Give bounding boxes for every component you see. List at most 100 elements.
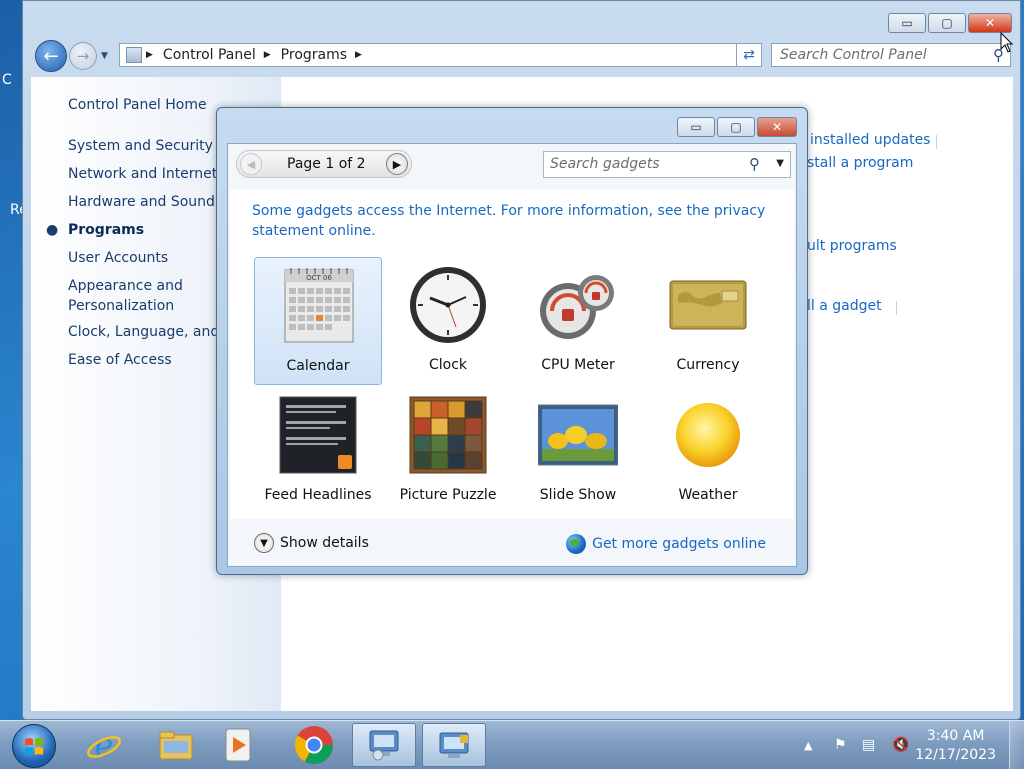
desktop-icon-label-1: C: [2, 72, 12, 88]
gadget-calendar[interactable]: OCT 06 Calendar: [254, 257, 382, 385]
link-default-programs[interactable]: ult programs: [807, 238, 897, 254]
nav-ease-of-access[interactable]: Ease of Access: [68, 352, 172, 368]
gadget-slide-show[interactable]: Slide Show: [514, 387, 642, 515]
recent-pages-dropdown-icon[interactable]: ▼: [101, 51, 108, 61]
control-panel-icon: [369, 730, 399, 761]
nav-programs[interactable]: Programs: [68, 222, 144, 238]
gadgets-close-button[interactable]: ✕: [757, 117, 797, 137]
taskbar-chrome[interactable]: [282, 723, 346, 767]
media-player-icon: [225, 728, 251, 762]
show-desktop-button[interactable]: [1009, 721, 1024, 769]
nav-appearance-line2[interactable]: Personalization: [68, 298, 174, 314]
link-view-installed-updates[interactable]: installed updates: [810, 132, 930, 148]
cpu-meter-icon: [538, 265, 618, 345]
breadcrumb-separator-icon: ▶: [146, 50, 153, 60]
control-panel-search-input[interactable]: Search Control Panel ⚲: [771, 43, 1011, 67]
arrow-left-icon: ←: [43, 45, 59, 67]
start-button[interactable]: [12, 724, 56, 768]
refresh-button[interactable]: ⇄: [736, 43, 762, 67]
gadgets-search-input[interactable]: Search gadgets ⚲ ▼: [543, 151, 791, 178]
picture-puzzle-icon: [408, 395, 488, 475]
show-details-button[interactable]: ▼ Show details: [254, 533, 369, 553]
nav-system-and-security[interactable]: System and Security: [68, 138, 213, 154]
gadget-weather[interactable]: Weather: [644, 387, 772, 515]
gadget-gallery: Some gadgets access the Internet. For mo…: [230, 189, 794, 519]
navigation-bar: ← → ▼ ▶ Control Panel ▶ Programs ▶ ▼ ⇄ S…: [33, 39, 1013, 73]
search-dropdown-icon[interactable]: ▼: [776, 158, 784, 169]
link-divider: [936, 135, 937, 149]
gadgets-minimize-button[interactable]: ▭: [677, 117, 715, 137]
forward-button[interactable]: →: [69, 42, 97, 70]
gadgets-maximize-button[interactable]: ▢: [717, 117, 755, 137]
previous-page-button[interactable]: ◀: [240, 153, 262, 175]
feed-headlines-icon: [278, 395, 358, 475]
gadget-label: Calendar: [286, 358, 350, 374]
back-button[interactable]: ←: [35, 40, 67, 72]
gadget-label: Picture Puzzle: [399, 487, 497, 503]
get-more-gadgets-link[interactable]: Get more gadgets online: [566, 534, 766, 554]
taskbar-internet-explorer[interactable]: e: [72, 723, 136, 767]
arrow-right-icon: →: [76, 47, 90, 65]
gadget-clock[interactable]: Clock: [384, 257, 512, 385]
gadget-picture-puzzle[interactable]: Picture Puzzle: [384, 387, 512, 515]
previous-page-icon: ◀: [246, 157, 256, 171]
gadgets-window-controls: ▭ ▢ ✕: [677, 117, 797, 137]
nav-hardware-and-sound[interactable]: Hardware and Sound: [68, 194, 215, 210]
nav-appearance-line1[interactable]: Appearance and: [68, 278, 183, 294]
gadgets-window: ▭ ▢ ✕ ◀ Page 1 of 2 ▶ Search gadgets ⚲ ▼…: [216, 107, 808, 575]
svg-text:OCT 06: OCT 06: [306, 274, 332, 282]
minimize-button[interactable]: ▭: [888, 13, 926, 33]
nav-user-accounts[interactable]: User Accounts: [68, 250, 168, 266]
taskbar-media-player[interactable]: [206, 723, 270, 767]
show-hidden-icons-button[interactable]: ▲: [804, 739, 812, 752]
close-button[interactable]: ✕: [968, 13, 1012, 33]
clock-date: 12/17/2023: [915, 747, 996, 763]
gadget-label: Feed Headlines: [264, 487, 372, 503]
internet-explorer-icon: e: [87, 726, 121, 764]
taskbar: e ▲ ⚑ ▤ 🔇 3:40 AM 12/17/2023: [0, 720, 1024, 769]
maximize-button[interactable]: ▢: [928, 13, 966, 33]
privacy-notice-link[interactable]: Some gadgets access the Internet. For mo…: [252, 201, 772, 241]
gadget-label: Weather: [678, 487, 738, 503]
currency-icon: [668, 265, 748, 345]
slide-show-icon: [537, 395, 619, 475]
nav-network-and-internet[interactable]: Network and Internet: [68, 166, 217, 182]
breadcrumb-separator-icon[interactable]: ▶: [355, 50, 362, 60]
next-page-icon: ▶: [392, 157, 402, 171]
breadcrumb-separator-icon: ▶: [263, 50, 271, 60]
taskbar-control-panel[interactable]: [352, 723, 416, 767]
gadget-currency[interactable]: Currency: [644, 257, 772, 385]
link-divider: [896, 301, 897, 315]
clock[interactable]: 3:40 AM 12/17/2023: [915, 727, 996, 765]
control-panel-small-icon: [126, 47, 142, 63]
gadget-cpu-meter[interactable]: CPU Meter: [514, 257, 642, 385]
calendar-icon: OCT 06: [279, 266, 359, 346]
breadcrumb-programs[interactable]: Programs: [281, 47, 347, 63]
clock-icon: [408, 265, 488, 345]
breadcrumb-control-panel[interactable]: Control Panel: [163, 47, 256, 63]
link-uninstall-a-program[interactable]: stall a program: [807, 155, 913, 171]
weather-icon: [668, 395, 748, 475]
gadget-label: Currency: [676, 357, 740, 373]
chevron-down-icon: ▼: [254, 533, 274, 553]
refresh-icon: ⇄: [743, 47, 755, 63]
get-more-gadgets-label: Get more gadgets online: [592, 536, 766, 552]
gadget-feed-headlines[interactable]: Feed Headlines: [254, 387, 382, 515]
windows-logo-icon: [25, 738, 43, 755]
taskbar-gadgets[interactable]: [422, 723, 486, 767]
search-icon[interactable]: ⚲: [749, 155, 760, 173]
address-bar[interactable]: ▶ Control Panel ▶ Programs ▶ ▼: [119, 43, 760, 67]
volume-muted-icon[interactable]: 🔇: [892, 737, 909, 753]
clock-time: 3:40 AM: [926, 728, 985, 744]
gadgets-footer: ▼ Show details Get more gadgets online: [230, 524, 794, 566]
mouse-cursor-icon: [1000, 32, 1014, 53]
action-center-flag-icon[interactable]: ⚑: [834, 737, 847, 753]
link-uninstall-a-gadget[interactable]: ll a gadget: [807, 298, 882, 314]
gadget-label: Slide Show: [539, 487, 617, 503]
search-placeholder: Search Control Panel: [780, 47, 927, 63]
nav-control-panel-home[interactable]: Control Panel Home: [68, 97, 207, 113]
taskbar-file-explorer[interactable]: [144, 723, 208, 767]
current-item-bullet: ●: [46, 222, 59, 238]
network-icon[interactable]: ▤: [862, 737, 875, 753]
next-page-button[interactable]: ▶: [386, 153, 408, 175]
